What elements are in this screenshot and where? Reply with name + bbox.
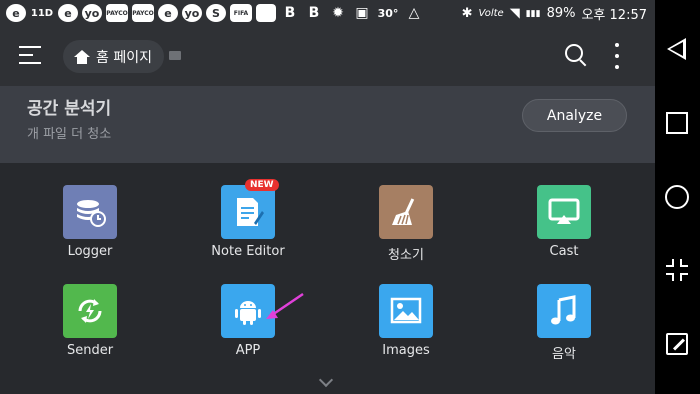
- space-analyzer-title: 공간 분석기: [27, 99, 112, 119]
- android-bug-icon: ✹: [332, 5, 344, 21]
- hamburger-menu-icon[interactable]: [19, 46, 41, 66]
- new-badge: NEW: [245, 179, 279, 191]
- tile-images[interactable]: Images: [356, 284, 456, 358]
- cast-icon: [537, 185, 591, 239]
- tile-label: Logger: [67, 244, 113, 259]
- drive-icon: △: [408, 5, 420, 21]
- music-note-icon: [537, 284, 591, 338]
- b-app-icon: B: [308, 5, 320, 21]
- bluetooth-icon: ✱: [461, 6, 473, 21]
- note-editor-icon: NEW: [221, 179, 279, 239]
- tile-logger[interactable]: Logger: [40, 185, 140, 259]
- tile-note-editor[interactable]: NEW Note Editor: [198, 179, 298, 259]
- tile-cast[interactable]: Cast: [514, 185, 614, 259]
- tile-sender[interactable]: Sender: [40, 284, 140, 358]
- search-icon[interactable]: [565, 44, 587, 67]
- temperature-icon: 30°: [377, 6, 399, 20]
- battery-level: 89%: [546, 6, 576, 21]
- navigation-bar: [655, 0, 700, 394]
- tile-label: Note Editor: [211, 244, 285, 259]
- space-analyzer-subtitle: 개 파일 더 청소: [27, 127, 112, 142]
- home-label: 홈 페이지: [96, 49, 152, 66]
- notification-icons: e 11D e yo PAYCO PAYCO e yo S FIFA B B ✹…: [6, 4, 424, 22]
- more-vert-icon[interactable]: [613, 43, 621, 69]
- tile-label: 음악: [552, 347, 576, 362]
- tile-label: Images: [382, 343, 430, 358]
- fifa-app-icon: FIFA: [230, 4, 252, 22]
- payco-app-icon: PAYCO: [132, 4, 154, 22]
- lte-indicator-icon: 11D: [30, 7, 54, 19]
- payco-app-icon: PAYCO: [106, 4, 128, 22]
- broom-icon: [379, 185, 433, 239]
- clock: 오후 12:57: [581, 8, 647, 23]
- tile-label: 청소기: [388, 248, 424, 263]
- collapse-icon[interactable]: [666, 259, 688, 281]
- volte-icon: Volte: [478, 8, 504, 19]
- tile-label: Sender: [66, 343, 114, 358]
- expand-chevron-icon[interactable]: [318, 372, 334, 388]
- sender-icon: [63, 284, 117, 338]
- s-app-icon: S: [206, 4, 226, 22]
- e-app-icon: e: [6, 4, 26, 22]
- image-icon: [379, 284, 433, 338]
- tile-label: Cast: [549, 244, 579, 259]
- tool-grid: Logger NEW Note Editor 청소기 Cast Sender A…: [0, 163, 655, 394]
- status-bar: e 11D e yo PAYCO PAYCO e yo S FIFA B B ✹…: [0, 0, 655, 27]
- breadcrumb-tail-icon: [169, 51, 181, 60]
- tile-label: APP: [235, 343, 261, 358]
- b-app-icon: B: [284, 5, 296, 21]
- yo-app-icon: yo: [82, 4, 102, 22]
- e-app-icon: e: [58, 4, 78, 22]
- recents-icon[interactable]: [666, 112, 688, 134]
- pointer-arrow-annotation: [266, 292, 304, 319]
- image-icon: ▣: [355, 5, 369, 21]
- blank-app-icon: [256, 4, 276, 22]
- e-app-icon: e: [158, 4, 178, 22]
- home-breadcrumb-chip[interactable]: 홈 페이지: [63, 40, 164, 73]
- app-bar: 홈 페이지: [0, 27, 655, 86]
- tile-music[interactable]: 음악: [514, 284, 614, 362]
- tile-cleaner[interactable]: 청소기: [356, 185, 456, 263]
- edit-screenshot-icon[interactable]: [666, 333, 688, 355]
- logger-icon: [63, 185, 117, 239]
- system-indicators: ✱ Volte ◥ ▮▮▮ 89% 오후 12:57: [462, 4, 647, 23]
- home-icon: [74, 49, 90, 64]
- analyze-button[interactable]: Analyze: [522, 99, 627, 132]
- back-icon[interactable]: [667, 38, 686, 60]
- yo-app-icon: yo: [182, 4, 202, 22]
- wifi-icon: ◥: [509, 6, 520, 21]
- home-circle-icon[interactable]: [665, 185, 689, 209]
- signal-icon: ▮▮▮: [525, 8, 541, 19]
- space-analyzer-card: 공간 분석기 개 파일 더 청소 Analyze: [0, 86, 655, 163]
